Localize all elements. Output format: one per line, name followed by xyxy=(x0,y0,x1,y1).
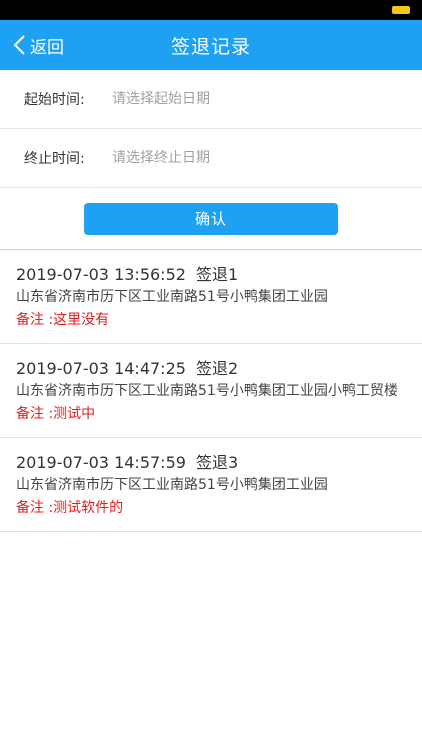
record-header: 2019-07-03 14:57:59 签退3 xyxy=(16,452,406,474)
start-date-input[interactable] xyxy=(110,78,422,120)
record-note: 备注 :测试中 xyxy=(16,406,96,422)
chevron-left-icon xyxy=(13,35,25,55)
record-note: 备注 :这里没有 xyxy=(16,312,110,328)
battery-icon xyxy=(392,6,410,14)
record-type: 签退2 xyxy=(195,359,239,378)
record-address: 山东省济南市历下区工业南路51号小鸭集团工业园 xyxy=(16,289,328,305)
record-datetime: 2019-07-03 14:57:59 xyxy=(16,453,186,472)
end-date-label: 终止时间: xyxy=(24,151,85,167)
start-date-label: 起始时间: xyxy=(24,92,85,108)
confirm-button[interactable]: 确认 xyxy=(84,202,338,235)
confirm-section: 确认 xyxy=(0,188,422,250)
record-note: 备注 :测试软件的 xyxy=(16,500,124,516)
record-header: 2019-07-03 13:56:52 签退1 xyxy=(16,264,406,286)
end-date-row: 终止时间: xyxy=(0,129,422,188)
back-button[interactable]: 返回 xyxy=(12,20,64,70)
record-list: 2019-07-03 13:56:52 签退1 山东省济南市历下区工业南路51号小… xyxy=(0,250,422,532)
record-type: 签退1 xyxy=(195,265,239,284)
back-label: 返回 xyxy=(30,37,64,58)
record-datetime: 2019-07-03 14:47:25 xyxy=(16,359,186,378)
record-datetime: 2019-07-03 13:56:52 xyxy=(16,265,186,284)
record-item[interactable]: 2019-07-03 13:56:52 签退1 山东省济南市历下区工业南路51号小… xyxy=(0,250,422,344)
record-address: 山东省济南市历下区工业南路51号小鸭集团工业园 xyxy=(16,477,328,493)
page-title: 签退记录 xyxy=(170,35,251,58)
record-address: 山东省济南市历下区工业南路51号小鸭集团工业园小鸭工贸楼 xyxy=(16,383,398,399)
record-type: 签退3 xyxy=(195,453,239,472)
start-date-row: 起始时间: xyxy=(0,70,422,129)
end-date-input[interactable] xyxy=(110,137,422,179)
record-item[interactable]: 2019-07-03 14:47:25 签退2 山东省济南市历下区工业南路51号小… xyxy=(0,344,422,438)
record-header: 2019-07-03 14:47:25 签退2 xyxy=(16,358,406,380)
status-bar xyxy=(0,0,422,20)
nav-bar: 返回 签退记录 xyxy=(0,20,422,70)
record-item[interactable]: 2019-07-03 14:57:59 签退3 山东省济南市历下区工业南路51号小… xyxy=(0,438,422,532)
